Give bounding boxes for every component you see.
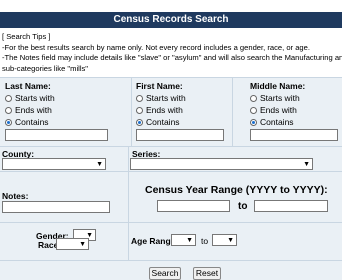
divider bbox=[128, 223, 129, 260]
chevron-down-icon: ▼ bbox=[227, 237, 234, 244]
census-year-label: Census Year Range (YYYY to YYYY): bbox=[145, 184, 328, 196]
chevron-down-icon: ▼ bbox=[303, 161, 310, 168]
radio-circle bbox=[5, 106, 12, 114]
page-title: Census Records Search bbox=[0, 12, 342, 28]
first-name-starts-with-radio[interactable]: Starts with bbox=[136, 93, 186, 103]
radio-circle bbox=[136, 94, 143, 102]
census-year-to-label: to bbox=[238, 201, 248, 212]
notes-input[interactable] bbox=[2, 201, 110, 213]
series-select[interactable]: ▼ bbox=[130, 158, 313, 170]
radio-circle bbox=[136, 106, 143, 114]
middle-name-contains-radio[interactable]: Contains bbox=[250, 117, 294, 127]
search-tips-line: sub-categories like "mills" bbox=[2, 63, 88, 73]
middle-name-ends-with-radio[interactable]: Ends with bbox=[250, 105, 297, 115]
radio-label: Starts with bbox=[15, 93, 55, 103]
radio-circle bbox=[5, 118, 12, 126]
radio-label: Starts with bbox=[146, 93, 186, 103]
last-name-contains-radio[interactable]: Contains bbox=[5, 117, 49, 127]
divider bbox=[131, 78, 132, 146]
age-range-to-select[interactable]: ▼ bbox=[212, 234, 237, 246]
radio-circle bbox=[250, 94, 257, 102]
radio-circle bbox=[5, 94, 12, 102]
race-select[interactable]: ▼ bbox=[56, 238, 89, 250]
demographics-row: Gender: ▼ Race: ▼ Age Range: ▼ to ▼ bbox=[0, 222, 342, 260]
search-button[interactable]: Search bbox=[149, 267, 181, 280]
divider bbox=[128, 147, 129, 171]
last-name-ends-with-radio[interactable]: Ends with bbox=[5, 105, 52, 115]
radio-label: Contains bbox=[15, 117, 49, 127]
county-series-row: County: ▼ Series: ▼ bbox=[0, 146, 342, 171]
radio-label: Ends with bbox=[15, 105, 52, 115]
radio-label: Contains bbox=[146, 117, 180, 127]
last-name-starts-with-radio[interactable]: Starts with bbox=[5, 93, 55, 103]
chevron-down-icon: ▼ bbox=[186, 237, 193, 244]
reset-button[interactable]: Reset bbox=[193, 267, 221, 280]
radio-label: Contains bbox=[260, 117, 294, 127]
radio-label: Starts with bbox=[260, 93, 300, 103]
first-name-label: First Name: bbox=[136, 81, 183, 91]
census-search-form: Census Records Search [ Search Tips ] -F… bbox=[0, 0, 342, 280]
search-tips-line: -The Notes field may include details lik… bbox=[2, 53, 342, 62]
middle-name-input[interactable] bbox=[250, 129, 338, 141]
radio-label: Ends with bbox=[146, 105, 183, 115]
radio-circle bbox=[250, 106, 257, 114]
age-range-from-select[interactable]: ▼ bbox=[171, 234, 196, 246]
last-name-input[interactable] bbox=[5, 129, 108, 141]
census-year-to-input[interactable] bbox=[254, 200, 328, 212]
middle-name-starts-with-radio[interactable]: Starts with bbox=[250, 93, 300, 103]
first-name-ends-with-radio[interactable]: Ends with bbox=[136, 105, 183, 115]
age-range-to-label: to bbox=[201, 236, 209, 246]
name-row: Last Name: Starts with Ends with Contain… bbox=[0, 77, 342, 146]
first-name-input[interactable] bbox=[136, 129, 224, 141]
radio-circle bbox=[136, 118, 143, 126]
search-tips-heading: [ Search Tips ] bbox=[2, 32, 51, 41]
notes-year-row: Notes: Census Year Range (YYYY to YYYY):… bbox=[0, 171, 342, 222]
first-name-contains-radio[interactable]: Contains bbox=[136, 117, 180, 127]
census-year-from-input[interactable] bbox=[157, 200, 230, 212]
radio-circle bbox=[250, 118, 257, 126]
county-select[interactable]: ▼ bbox=[2, 158, 106, 170]
radio-label: Ends with bbox=[260, 105, 297, 115]
divider bbox=[128, 172, 129, 222]
notes-label: Notes: bbox=[2, 191, 29, 201]
chevron-down-icon: ▼ bbox=[96, 161, 103, 168]
search-tips: [ Search Tips ] -For the best results se… bbox=[2, 32, 342, 74]
divider bbox=[232, 78, 233, 146]
search-tips-line: -For the best results search by name onl… bbox=[2, 42, 310, 52]
middle-name-label: Middle Name: bbox=[250, 81, 306, 91]
last-name-label: Last Name: bbox=[5, 81, 51, 91]
chevron-down-icon: ▼ bbox=[79, 241, 86, 248]
